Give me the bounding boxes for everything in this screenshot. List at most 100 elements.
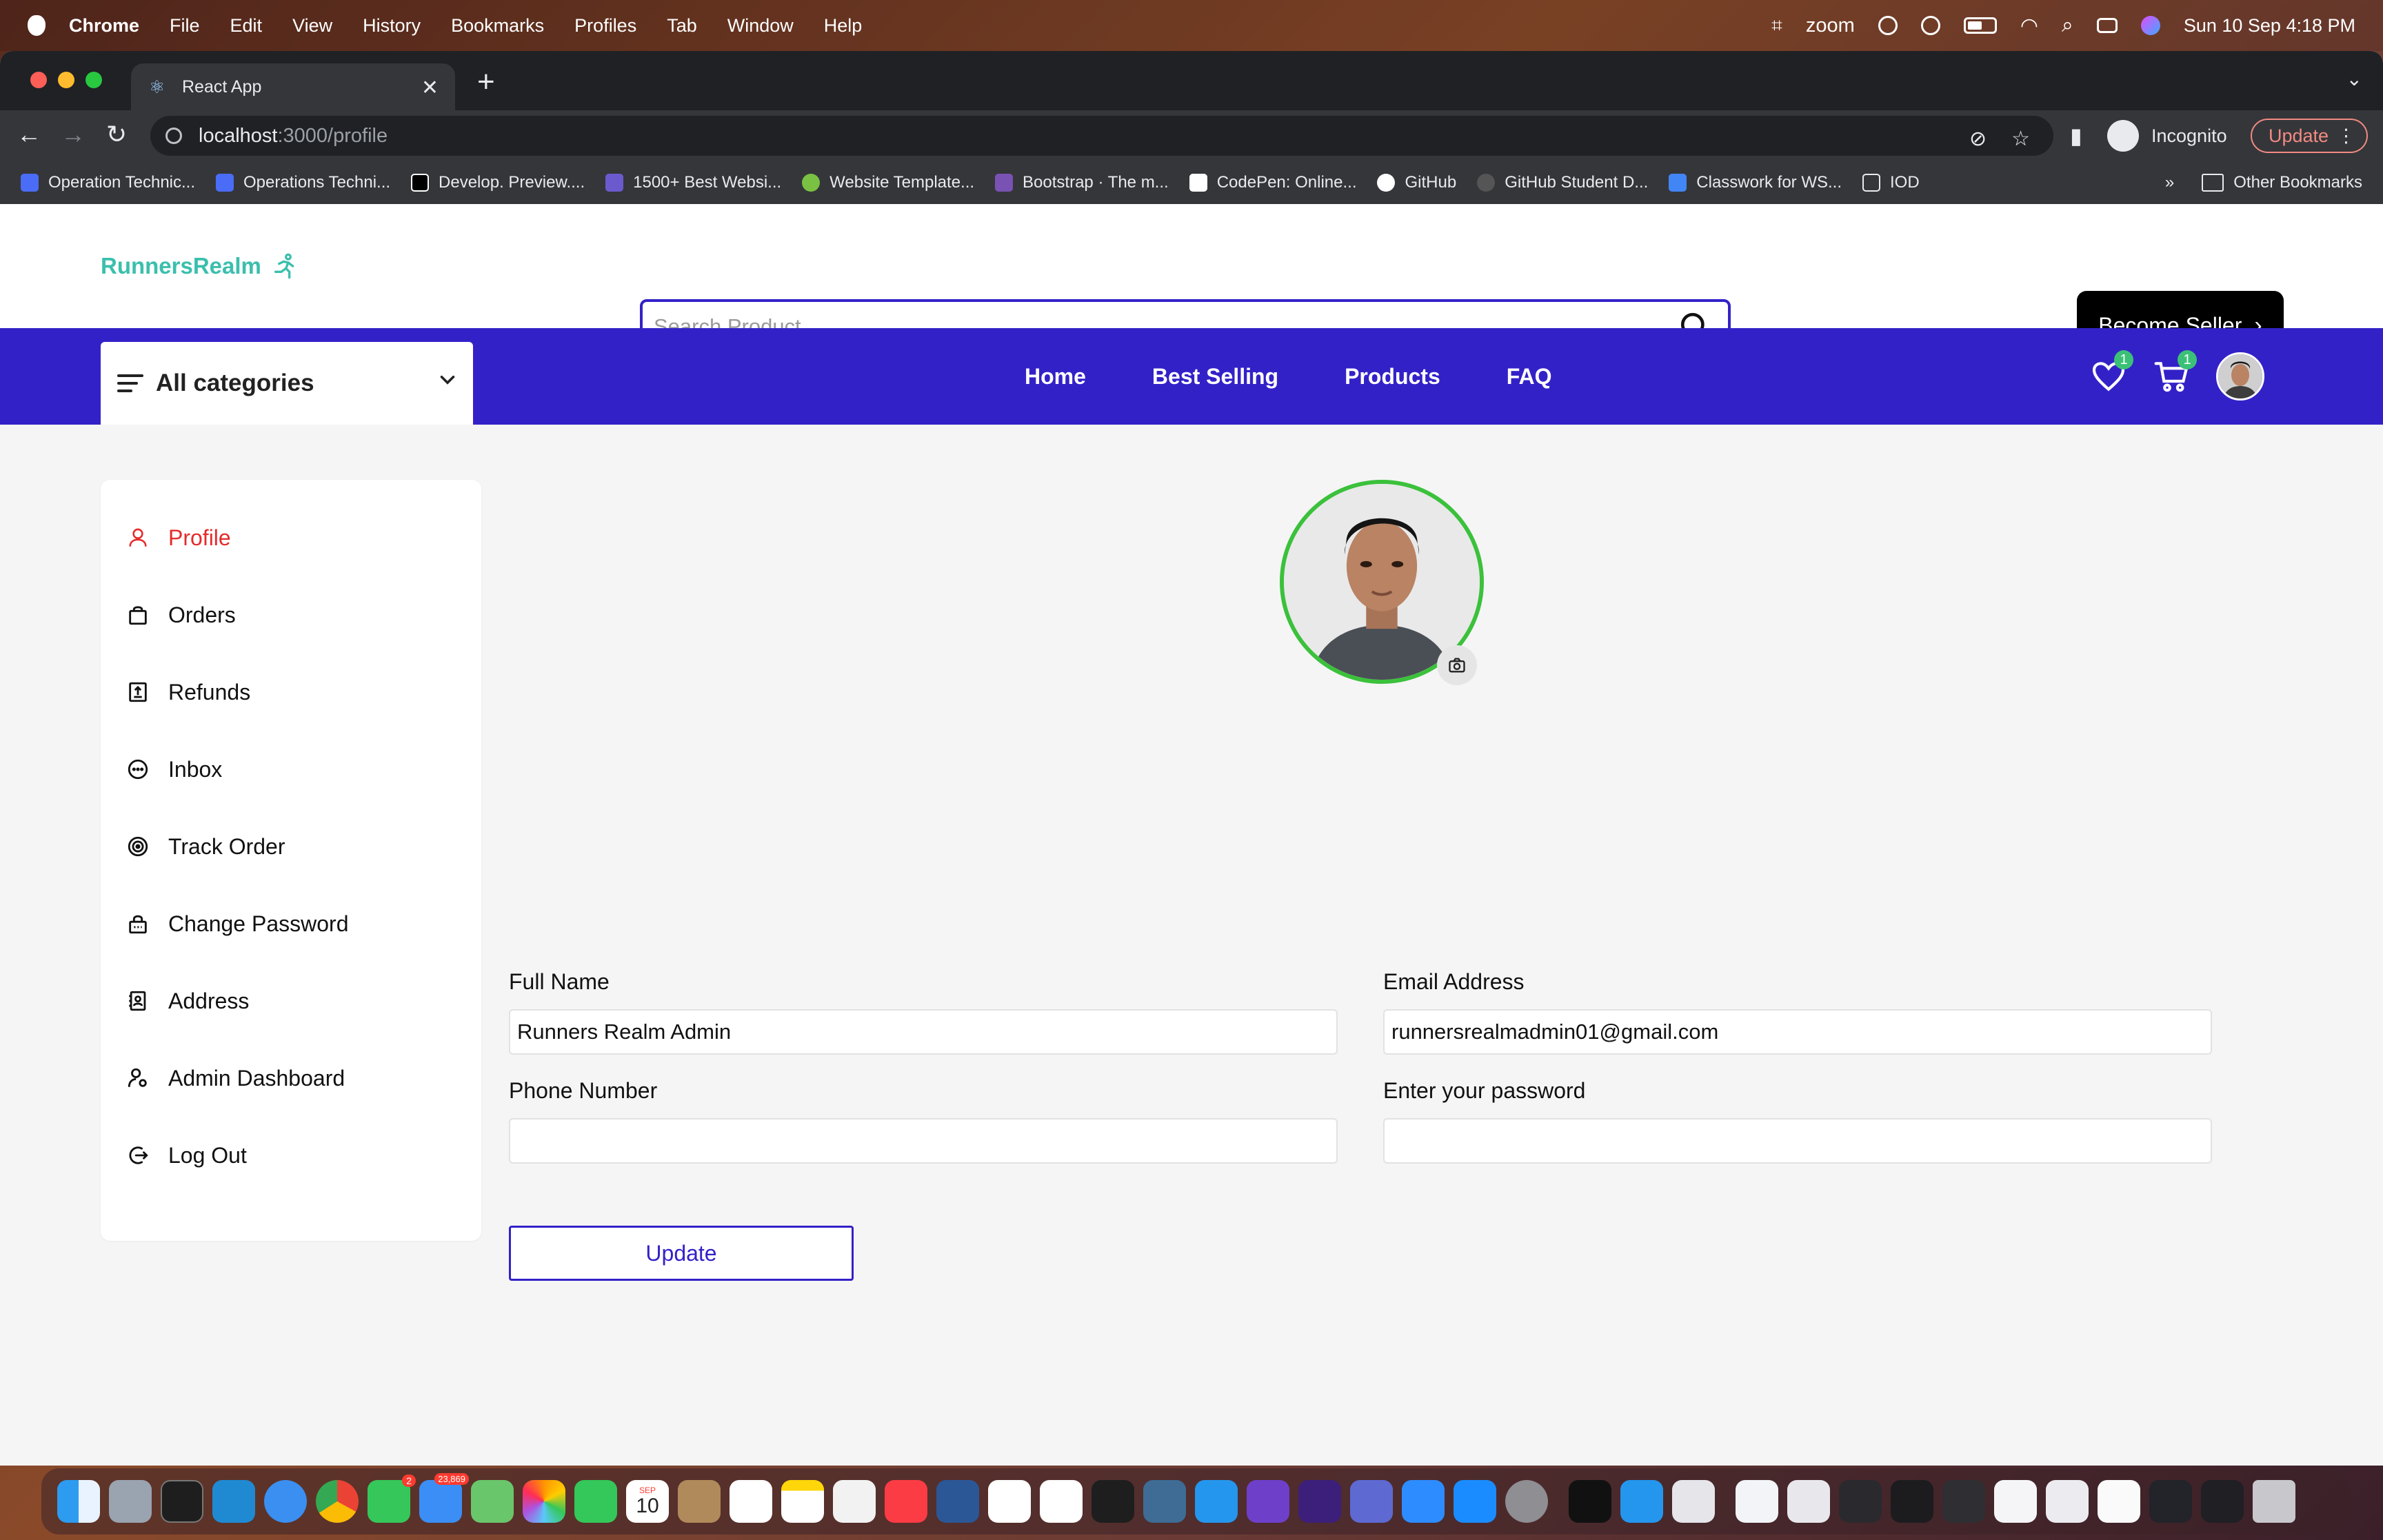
nav-link-home[interactable]: Home <box>1025 364 1086 389</box>
apple-tv-icon[interactable] <box>1569 1480 1611 1523</box>
facetime-icon[interactable] <box>574 1480 617 1523</box>
system-settings-icon[interactable] <box>1505 1480 1548 1523</box>
sidebar-item-address[interactable]: Address <box>124 980 249 1022</box>
back-arrow-icon[interactable]: ← <box>17 120 41 149</box>
bookmark-item[interactable]: 1500+ Best Websi... <box>605 173 781 192</box>
sidebar-item-profile[interactable]: Profile <box>124 517 231 558</box>
menu-bookmarks[interactable]: Bookmarks <box>451 15 544 37</box>
bookmark-item[interactable]: CodePen: Online... <box>1189 173 1356 192</box>
bookmark-item[interactable]: Operation Technic... <box>21 173 195 192</box>
sidebar-item-inbox[interactable]: Inbox <box>124 749 222 790</box>
sidebar-item-admin-dashboard[interactable]: Admin Dashboard <box>124 1057 345 1099</box>
menu-edit[interactable]: Edit <box>230 15 263 37</box>
zoom-icon[interactable] <box>1402 1480 1445 1523</box>
bookmark-item[interactable]: Website Template... <box>802 173 974 192</box>
forward-arrow-icon[interactable]: → <box>61 120 86 149</box>
nav-link-best-selling[interactable]: Best Selling <box>1152 364 1278 389</box>
maximize-window-button[interactable] <box>86 72 102 88</box>
word-icon[interactable] <box>936 1480 979 1523</box>
bookmark-item[interactable]: GitHub <box>1377 173 1456 192</box>
calendar-icon[interactable]: SEP 10 <box>626 1480 669 1523</box>
menu-profiles[interactable]: Profiles <box>574 15 636 37</box>
siri-icon[interactable] <box>2140 16 2160 35</box>
trash-icon[interactable] <box>2253 1480 2295 1523</box>
battery-icon[interactable] <box>1963 17 1997 34</box>
full-name-input[interactable] <box>509 1009 1338 1055</box>
email-input[interactable] <box>1383 1009 2212 1055</box>
minimized-window-10[interactable] <box>2201 1480 2244 1523</box>
close-window-button[interactable] <box>30 72 47 88</box>
kebab-menu-icon[interactable]: ⋮ <box>2337 125 2355 147</box>
sidebar-item-change-password[interactable]: Change Password <box>124 903 348 944</box>
apple-logo-icon[interactable] <box>28 15 46 36</box>
close-tab-icon[interactable]: ✕ <box>421 76 439 100</box>
phone-input[interactable] <box>509 1118 1338 1164</box>
bookmark-item[interactable]: GitHub Student D... <box>1477 173 1648 192</box>
mail-icon[interactable]: 23,869 <box>419 1473 469 1523</box>
nav-link-faq[interactable]: FAQ <box>1507 364 1552 389</box>
more-bookmarks-chevron-icon[interactable]: » <box>2165 173 2174 192</box>
bookmark-item[interactable]: Bootstrap · The m... <box>995 173 1169 192</box>
bookmark-folder[interactable]: IOD <box>1862 173 1920 192</box>
wishlist-button[interactable]: 1 <box>2089 350 2133 396</box>
eye-slash-icon[interactable]: ⊘ <box>1969 127 1987 151</box>
address-bar[interactable]: localhost:3000/profile ⊘ ☆ <box>150 116 2053 156</box>
menu-tab[interactable]: Tab <box>667 15 697 37</box>
zoom-status[interactable]: zoom <box>1806 14 1855 37</box>
tab-search-chevron-icon[interactable]: ⌄ <box>2346 68 2362 90</box>
weather-status-icon[interactable] <box>1878 16 1898 35</box>
minimized-window-5[interactable] <box>1942 1480 1985 1523</box>
proton-vpn-icon[interactable] <box>1298 1480 1341 1523</box>
play-status-icon[interactable] <box>1920 16 1940 35</box>
minimized-window-2[interactable] <box>1787 1480 1830 1523</box>
minimized-window-3[interactable] <box>1839 1480 1882 1523</box>
update-profile-button[interactable]: Update <box>509 1226 854 1281</box>
reload-icon[interactable]: ↻ <box>106 120 127 149</box>
messages-icon[interactable]: 2 <box>368 1475 416 1523</box>
music-icon[interactable] <box>885 1480 927 1523</box>
minimized-window-1[interactable] <box>1736 1480 1778 1523</box>
bookmark-item[interactable]: Operations Techni... <box>216 173 390 192</box>
spotlight-search-icon[interactable]: ⌕ <box>2062 14 2073 37</box>
categories-dropdown[interactable]: All categories <box>101 342 473 425</box>
chrome-update-button[interactable]: Update ⋮ <box>2251 119 2368 153</box>
cart-button[interactable]: 1 <box>2153 350 2197 396</box>
menu-help[interactable]: Help <box>824 15 863 37</box>
figma-icon[interactable] <box>1092 1480 1134 1523</box>
mongodb-icon[interactable] <box>1040 1480 1083 1523</box>
sidebar-item-refunds[interactable]: Refunds <box>124 671 250 713</box>
linear-icon[interactable] <box>1350 1480 1393 1523</box>
bookmark-item[interactable]: Develop. Preview.... <box>411 173 585 192</box>
menu-window[interactable]: Window <box>727 15 794 37</box>
contacts-icon[interactable] <box>678 1480 721 1523</box>
site-logo[interactable]: RunnersRealm <box>101 204 299 328</box>
chrome-icon[interactable] <box>316 1480 359 1523</box>
sidebar-item-track-order[interactable]: Track Order <box>124 826 285 867</box>
docker-desktop-icon[interactable] <box>1620 1480 1663 1523</box>
reminders-icon[interactable] <box>730 1480 772 1523</box>
minimized-window-4[interactable] <box>1891 1480 1933 1523</box>
terminal-icon[interactable] <box>161 1480 203 1523</box>
vscode-icon[interactable] <box>212 1480 255 1523</box>
sidebar-item-orders[interactable]: Orders <box>124 594 236 636</box>
site-info-icon[interactable] <box>165 128 182 144</box>
minimized-window-6[interactable] <box>1994 1480 2037 1523</box>
launchpad-icon[interactable] <box>109 1480 152 1523</box>
safari-icon[interactable] <box>264 1480 307 1523</box>
incognito-profile-button[interactable]: Incognito <box>2107 117 2227 154</box>
photos-icon[interactable] <box>523 1480 565 1523</box>
other-bookmarks[interactable]: Other Bookmarks <box>2233 173 2362 192</box>
browser-tab[interactable]: ⚛ React App ✕ <box>131 63 455 110</box>
menubar-clock[interactable]: Sun 10 Sep 4:18 PM <box>2184 15 2355 37</box>
finder-icon[interactable] <box>57 1480 100 1523</box>
maps-icon[interactable] <box>471 1480 514 1523</box>
minimized-window-8[interactable] <box>2098 1480 2140 1523</box>
wifi-icon[interactable]: ◠ <box>2020 14 2038 38</box>
slack-icon[interactable] <box>988 1480 1031 1523</box>
control-center-icon[interactable] <box>2096 18 2118 33</box>
minimize-window-button[interactable] <box>58 72 74 88</box>
github-desktop-icon[interactable] <box>1247 1480 1289 1523</box>
docker-icon[interactable] <box>1195 1480 1238 1523</box>
nav-link-products[interactable]: Products <box>1345 364 1440 389</box>
screen-sharing-icon[interactable] <box>1672 1480 1715 1523</box>
